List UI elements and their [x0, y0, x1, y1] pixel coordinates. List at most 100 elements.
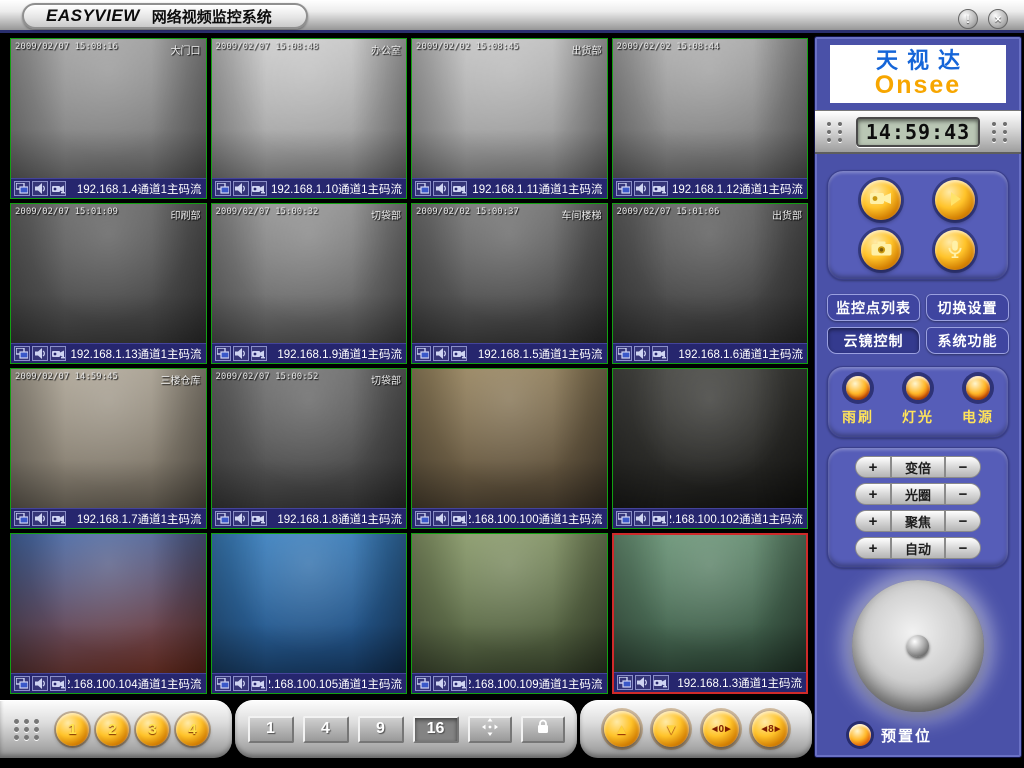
- camera-cell[interactable]: 2009/02/02 15:00:37车间楼梯 192.168.1.5通道1主码…: [411, 203, 608, 364]
- camera-cell[interactable]: 2009/02/07 15:00:32切袋部 192.168.1.9通道1主码流: [211, 203, 408, 364]
- preset-group-4-button[interactable]: 4: [176, 713, 209, 746]
- cycle-stop-button[interactable]: ◄8►: [752, 711, 788, 747]
- focus-plus-button[interactable]: +: [855, 510, 891, 532]
- record-camera-icon[interactable]: [251, 181, 267, 196]
- stream-type-icon[interactable]: [616, 346, 632, 361]
- audio-icon[interactable]: [233, 181, 249, 196]
- camera-video[interactable]: 2009/02/07 15:08:48办公室: [212, 39, 407, 178]
- record-camera-icon[interactable]: [50, 181, 66, 196]
- camera-video[interactable]: 2009/02/07 15:08:16大门口: [11, 39, 206, 178]
- record-camera-icon[interactable]: [50, 676, 66, 691]
- cycle-start-button[interactable]: ◄0►: [703, 711, 739, 747]
- stream-type-icon[interactable]: [415, 511, 431, 526]
- camera-cell[interactable]: 192.168.100.105通道1主码流: [211, 533, 408, 694]
- camera-cell[interactable]: 192.168.100.109通道1主码流: [411, 533, 608, 694]
- camera-video[interactable]: [412, 534, 607, 673]
- stream-type-icon[interactable]: [215, 181, 231, 196]
- camera-video[interactable]: [614, 535, 807, 672]
- camera-video[interactable]: [11, 534, 206, 673]
- audio-icon[interactable]: [634, 346, 650, 361]
- focus-minus-button[interactable]: −: [945, 510, 981, 532]
- fullscreen-arrows-button[interactable]: [468, 716, 512, 743]
- tab-ptz-control[interactable]: 云镜控制: [827, 327, 920, 354]
- camera-video[interactable]: [613, 369, 808, 508]
- scroll-up-button[interactable]: ▲: [604, 711, 640, 747]
- record-camera-icon[interactable]: [451, 511, 467, 526]
- camera-cell[interactable]: 2009/02/07 15:01:06出货部 192.168.1.6通道1主码流: [612, 203, 809, 364]
- camera-cell[interactable]: 2009/02/07 15:01:09印刷部 192.168.1.13通道1主码…: [10, 203, 207, 364]
- stream-type-icon[interactable]: [215, 346, 231, 361]
- audio-icon[interactable]: [634, 181, 650, 196]
- audio-icon[interactable]: [433, 346, 449, 361]
- audio-icon[interactable]: [635, 675, 651, 690]
- audio-icon[interactable]: [32, 511, 48, 526]
- lock-button[interactable]: [521, 716, 565, 743]
- split-16-button[interactable]: 16: [413, 716, 459, 743]
- tab-system-functions[interactable]: 系统功能: [926, 327, 1009, 354]
- camera-cell[interactable]: 2009/02/07 15:08:48办公室 192.168.1.10通道1主码…: [211, 38, 408, 199]
- audio-icon[interactable]: [32, 181, 48, 196]
- preset-group-3-button[interactable]: 3: [136, 713, 169, 746]
- camera-cell[interactable]: 192.168.1.3通道1主码流: [612, 533, 809, 694]
- record-camera-icon[interactable]: [451, 181, 467, 196]
- info-button[interactable]: !: [958, 9, 978, 29]
- camera-cell[interactable]: 2009/02/07 14:59:45三楼仓库 192.168.1.7通道1主码…: [10, 368, 207, 529]
- iris-minus-button[interactable]: −: [945, 483, 981, 505]
- camera-video[interactable]: 2009/02/07 14:59:45三楼仓库: [11, 369, 206, 508]
- record-camera-icon[interactable]: [451, 676, 467, 691]
- camera-cell[interactable]: 2009/02/02 15:08:44 192.168.1.12通道1主码流: [612, 38, 809, 199]
- camera-cell[interactable]: 2009/02/07 15:08:16大门口 192.168.1.4通道1主码流: [10, 38, 207, 199]
- joystick-knob[interactable]: [907, 635, 929, 657]
- camera-cell[interactable]: 192.168.100.102通道1主码流: [612, 368, 809, 529]
- audio-icon[interactable]: [634, 511, 650, 526]
- close-button[interactable]: ×: [988, 9, 1008, 29]
- camera-cell[interactable]: 192.168.100.104通道1主码流: [10, 533, 207, 694]
- record-camera-icon[interactable]: [652, 511, 668, 526]
- preset-group-1-button[interactable]: 1: [56, 713, 89, 746]
- record-camera-icon[interactable]: [652, 346, 668, 361]
- record-camera-icon[interactable]: [251, 676, 267, 691]
- record-video-button[interactable]: [861, 180, 901, 220]
- record-camera-icon[interactable]: [652, 181, 668, 196]
- zoom-plus-button[interactable]: +: [855, 456, 891, 478]
- audio-icon[interactable]: [233, 676, 249, 691]
- record-camera-icon[interactable]: [653, 675, 669, 690]
- wiper-button[interactable]: [846, 376, 870, 400]
- iris-plus-button[interactable]: +: [855, 483, 891, 505]
- camera-video[interactable]: 2009/02/02 15:00:37车间楼梯: [412, 204, 607, 343]
- record-camera-icon[interactable]: [251, 346, 267, 361]
- record-camera-icon[interactable]: [451, 346, 467, 361]
- stream-type-icon[interactable]: [215, 676, 231, 691]
- split-4-button[interactable]: 4: [303, 716, 349, 743]
- preset-button[interactable]: [849, 724, 871, 746]
- camera-video[interactable]: [412, 369, 607, 508]
- light-button[interactable]: [906, 376, 930, 400]
- stream-type-icon[interactable]: [616, 511, 632, 526]
- audio-icon[interactable]: [32, 346, 48, 361]
- audio-icon[interactable]: [32, 676, 48, 691]
- audio-icon[interactable]: [433, 181, 449, 196]
- camera-video[interactable]: 2009/02/02 15:08:45出货部: [412, 39, 607, 178]
- snapshot-button[interactable]: [861, 230, 901, 270]
- camera-video[interactable]: 2009/02/07 15:00:32切袋部: [212, 204, 407, 343]
- split-9-button[interactable]: 9: [358, 716, 404, 743]
- zoom-minus-button[interactable]: −: [945, 456, 981, 478]
- camera-video[interactable]: 2009/02/02 15:08:44: [613, 39, 808, 178]
- stream-type-icon[interactable]: [14, 676, 30, 691]
- scroll-down-button[interactable]: ▼: [653, 711, 689, 747]
- talk-button[interactable]: [935, 230, 975, 270]
- stream-type-icon[interactable]: [14, 346, 30, 361]
- camera-cell[interactable]: 2009/02/07 15:00:52切袋部 192.168.1.8通道1主码流: [211, 368, 408, 529]
- record-camera-icon[interactable]: [50, 346, 66, 361]
- stream-type-icon[interactable]: [415, 346, 431, 361]
- camera-video[interactable]: 2009/02/07 15:01:06出货部: [613, 204, 808, 343]
- tab-switch-config[interactable]: 切换设置: [926, 294, 1009, 321]
- camera-video[interactable]: 2009/02/07 15:01:09印刷部: [11, 204, 206, 343]
- power-button[interactable]: [966, 376, 990, 400]
- audio-icon[interactable]: [233, 346, 249, 361]
- record-camera-icon[interactable]: [251, 511, 267, 526]
- split-1-button[interactable]: 1: [248, 716, 294, 743]
- camera-video[interactable]: 2009/02/07 15:00:52切袋部: [212, 369, 407, 508]
- auto-minus-button[interactable]: −: [945, 537, 981, 559]
- tab-monitor-list[interactable]: 监控点列表: [827, 294, 920, 321]
